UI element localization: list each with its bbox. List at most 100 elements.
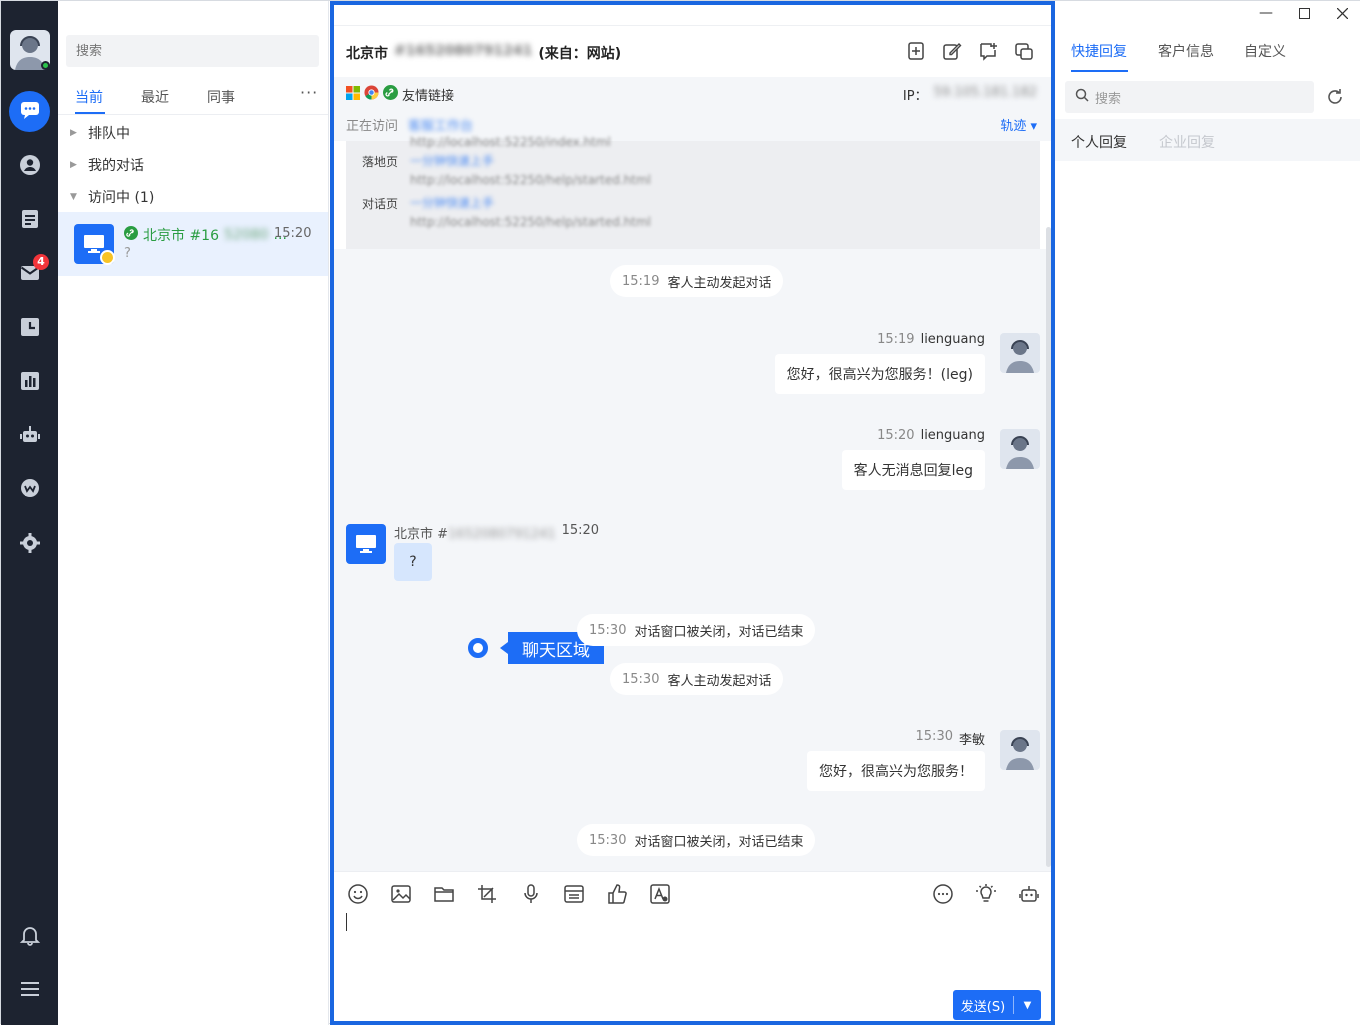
visiting-page-link[interactable]: 客服工作台 (408, 115, 473, 134)
tab-quick-reply[interactable]: 快捷回复 (1071, 41, 1127, 61)
conversation-item[interactable]: 北京市 #16 52080... 15:20 ? (58, 212, 328, 276)
agent-name: 李敏 (958, 733, 985, 748)
ip-value: 59.105.181.182 (933, 85, 1037, 100)
system-message: 15:30 对话窗口被关闭，对话已结束 (577, 614, 816, 646)
caret-right-icon: ▶ (70, 128, 77, 138)
title-source: (来自：网站) (538, 46, 622, 62)
refresh-icon[interactable] (1325, 87, 1345, 107)
guest-message-bubble: ? (394, 543, 432, 581)
message-time: 15:30 (589, 832, 627, 848)
conversation-search-input[interactable] (66, 35, 319, 67)
windows-icon (346, 85, 360, 104)
nav-statistics[interactable] (9, 362, 50, 403)
landing-page-title[interactable]: 一分钟快速上手 (410, 152, 494, 169)
image-icon[interactable] (389, 882, 413, 906)
conversation-preview: ? (124, 246, 131, 261)
conversation-name: 北京市 #16 52080... (124, 225, 287, 245)
screenshot-icon[interactable] (475, 882, 499, 906)
emoji-icon[interactable] (346, 882, 370, 906)
user-icon (19, 154, 41, 180)
track-dropdown[interactable]: 轨迹 ▾ (1000, 115, 1037, 134)
card-icon[interactable] (562, 882, 586, 906)
microphone-icon[interactable] (519, 882, 543, 906)
message-scrollbar[interactable] (1046, 227, 1051, 867)
chat-area: 北京市 #1652080791241 (来自：网站) 友情链接 IP： 59.1… (330, 1, 1055, 1025)
conversation-time: 15:20 (274, 226, 312, 241)
text-style-icon[interactable] (648, 882, 672, 906)
nav-menu[interactable] (9, 970, 50, 1011)
agent-name: lienguang (920, 332, 985, 347)
guest-id-blurred: 1652080791241 (448, 527, 556, 542)
chat-bubble-icon[interactable] (931, 882, 955, 906)
chat-icon (19, 99, 41, 125)
send-button[interactable]: 发送(S) ▼ (953, 990, 1041, 1020)
side-panel: — 快捷回复 客户信息 自定义 搜索 个人回复 企业回复 (1055, 1, 1360, 1025)
stats-icon (19, 370, 41, 396)
conversation-list-panel: 当前 最近 同事 ··· ▶ 排队中 ▶ 我的对话 ▼ 访问中 (1) 北京市 … (58, 1, 329, 1025)
transfer-icon[interactable] (977, 40, 999, 62)
quick-reply-search-input[interactable]: 搜索 (1065, 81, 1314, 113)
group-label: 访问中 (1) (88, 190, 155, 206)
group-queue[interactable]: ▶ 排队中 (70, 123, 130, 143)
message-input[interactable] (344, 911, 1044, 981)
tab-enterprise-reply[interactable]: 企业回复 (1159, 132, 1215, 152)
tab-custom[interactable]: 自定义 (1244, 41, 1286, 61)
caret-down-icon: ▼ (70, 192, 77, 202)
tab-recent[interactable]: 最近 (141, 87, 169, 107)
visited-pages-panel: http://localhost:52250/index.html 落地页 一分… (346, 135, 1040, 249)
edit-icon[interactable] (941, 40, 963, 62)
tab-colleagues[interactable]: 同事 (207, 87, 235, 107)
side-panel-tabs: 快捷回复 客户信息 自定义 (1055, 31, 1360, 73)
tab-personal-reply[interactable]: 个人回复 (1071, 132, 1127, 152)
nav-robot[interactable] (9, 416, 50, 457)
minimize-icon[interactable]: — (1247, 1, 1285, 25)
nav-settings[interactable] (9, 524, 50, 565)
link-source-icon (124, 226, 138, 244)
tab-current[interactable]: 当前 (75, 87, 103, 107)
visitor-status-badge (100, 250, 115, 265)
link-source-icon (383, 85, 398, 104)
message-text: 对话窗口被关闭，对话已结束 (634, 834, 804, 850)
bulb-icon[interactable] (974, 882, 998, 906)
group-my-conversations[interactable]: ▶ 我的对话 (70, 155, 144, 175)
nav-chat[interactable] (9, 91, 50, 132)
maximize-icon[interactable] (1285, 1, 1323, 25)
message-list[interactable]: 15:19 客人主动发起对话 15:19 lienguang 您好，很高兴为您服… (334, 249, 1051, 871)
system-message: 15:30 客人主动发起对话 (610, 663, 784, 695)
nav-customers[interactable] (9, 146, 50, 187)
robot-icon[interactable] (1017, 882, 1041, 906)
close-icon[interactable] (1323, 1, 1360, 25)
agent-avatar (1000, 730, 1040, 770)
system-message: 15:19 客人主动发起对话 (610, 265, 784, 297)
nav-notifications[interactable] (9, 916, 50, 957)
message-time: 15:30 (589, 622, 627, 638)
chat-header-actions (905, 40, 1035, 62)
nav-wechat[interactable] (9, 470, 50, 511)
chat-title: 北京市 #1652080791241 (来自：网站) (346, 43, 621, 63)
message-text: 客人主动发起对话 (667, 673, 772, 689)
gear-icon (19, 532, 41, 558)
folder-icon[interactable] (432, 882, 456, 906)
visitor-ip: IP： 59.105.181.182 (903, 85, 1037, 104)
nav-history[interactable] (9, 308, 50, 349)
ip-label: IP： (902, 89, 928, 104)
dialog-page-title[interactable]: 一分钟快速上手 (410, 194, 494, 211)
add-note-icon[interactable] (905, 40, 927, 62)
chat-window-icon[interactable] (1013, 40, 1035, 62)
message-time: 15:30 (915, 729, 953, 744)
nav-records[interactable] (9, 200, 50, 241)
nav-rail: 4 (1, 1, 58, 1025)
thumbs-up-icon[interactable] (605, 882, 629, 906)
reply-type-tabs: 个人回复 企业回复 (1055, 119, 1360, 161)
visiting-label: 正在访问 (346, 119, 399, 134)
search-icon (1075, 88, 1089, 106)
chevron-down-icon[interactable]: ▼ (1014, 1000, 1041, 1011)
agent-message-bubble: 您好，很高兴为您服务！ (807, 751, 985, 791)
guest-avatar (346, 524, 386, 564)
group-visiting[interactable]: ▼ 访问中 (1) (70, 187, 154, 207)
search-placeholder: 搜索 (1095, 91, 1122, 107)
tab-active-indicator (1071, 70, 1128, 72)
more-options-button[interactable]: ··· (300, 83, 318, 102)
visitor-info-bar: 友情链接 IP： 59.105.181.182 正在访问 客服工作台 轨迹 ▾ (334, 77, 1051, 141)
tab-customer-info[interactable]: 客户信息 (1158, 41, 1214, 61)
